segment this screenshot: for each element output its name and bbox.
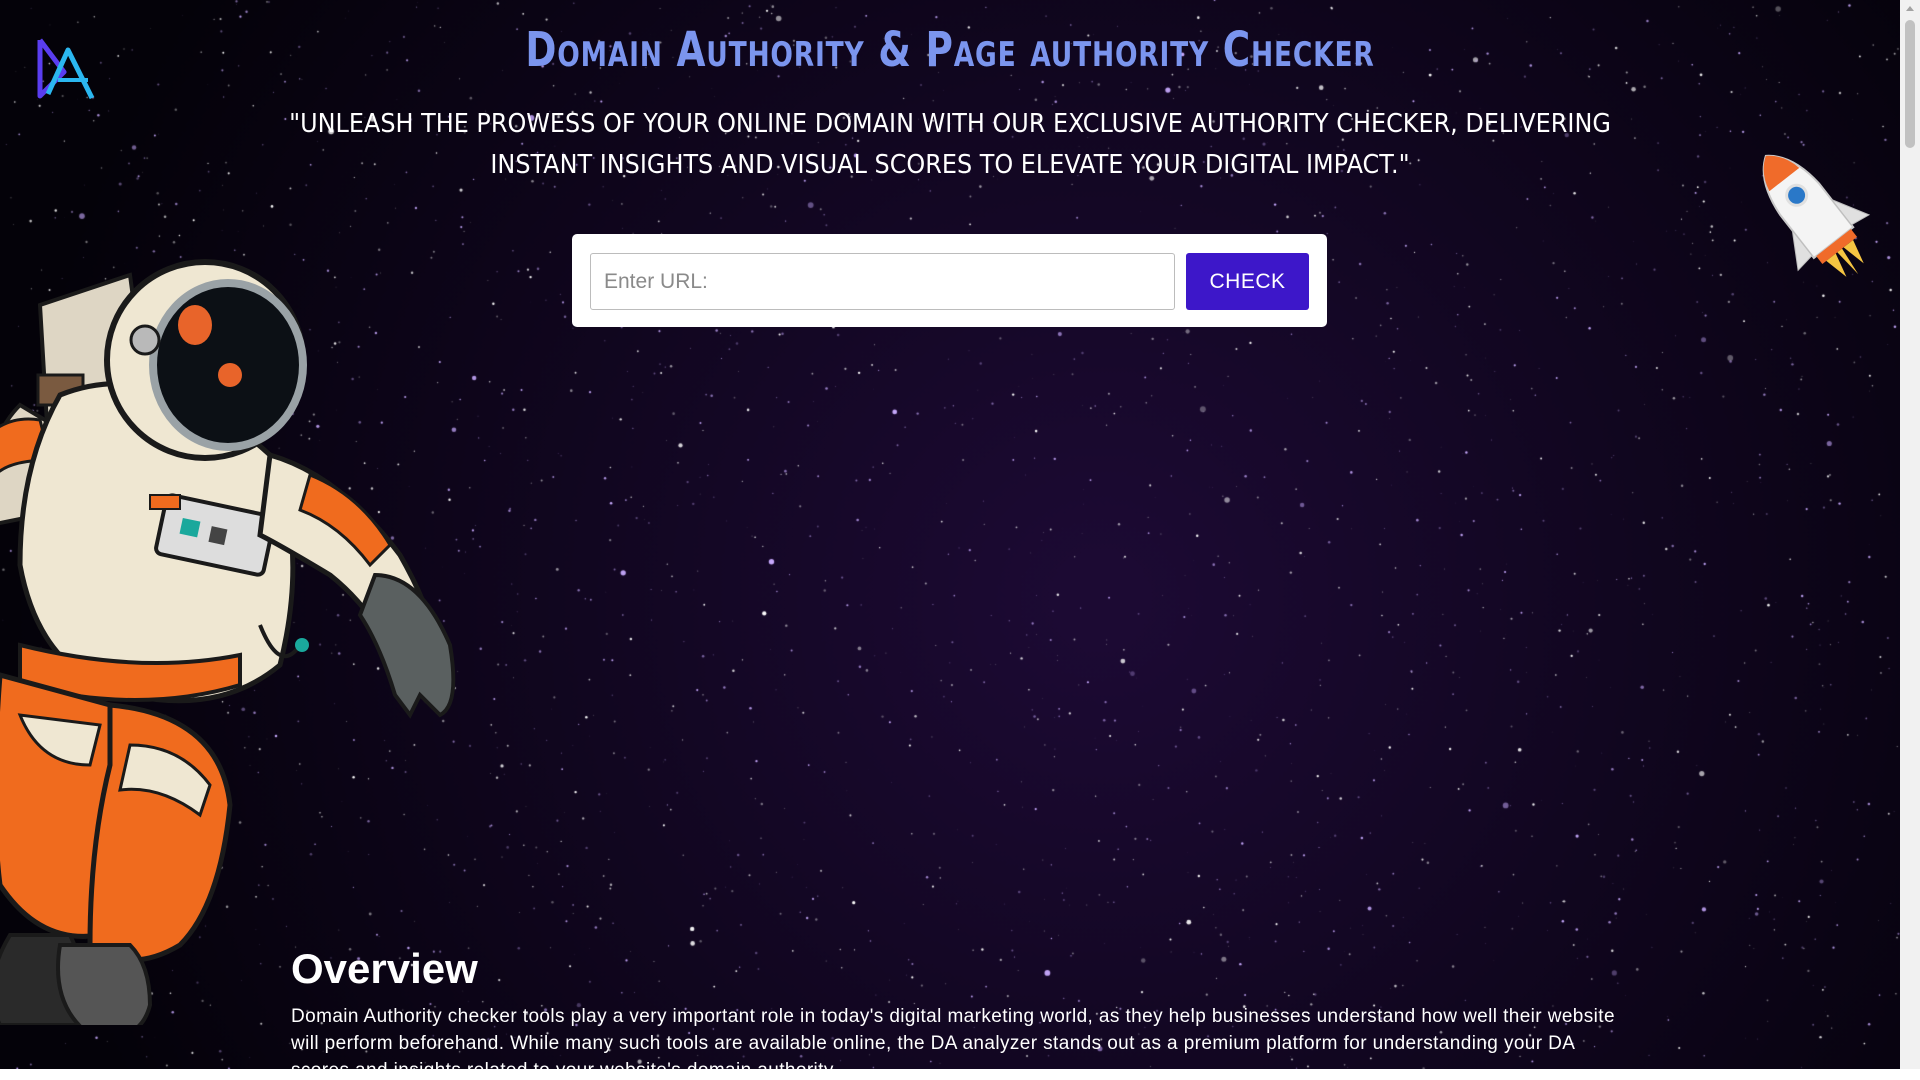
- bottom-edge: [0, 1069, 1920, 1080]
- scroll-thumb[interactable]: [1905, 20, 1915, 148]
- page-title: Domain Authority & Page authority Checke…: [525, 22, 1375, 78]
- scroll-up-arrow-icon[interactable]: [1906, 6, 1914, 11]
- overview-text: Domain Authority checker tools play a ve…: [291, 1006, 1615, 1069]
- da-logo-icon[interactable]: [34, 34, 98, 102]
- tagline: "UNLEASH THE PROWESS OF YOUR ONLINE DOMA…: [289, 109, 1611, 180]
- vertical-scrollbar[interactable]: [1900, 0, 1920, 1069]
- page-viewport: Domain Authority & Page authority Checke…: [0, 0, 1900, 1069]
- rocket-illustration: [1762, 154, 1871, 277]
- overview-heading: Overview: [291, 945, 478, 992]
- astronaut-illustration: [0, 259, 456, 1025]
- url-search-form: CHECK: [572, 234, 1327, 327]
- url-input[interactable]: [590, 253, 1175, 310]
- check-button[interactable]: CHECK: [1186, 253, 1309, 310]
